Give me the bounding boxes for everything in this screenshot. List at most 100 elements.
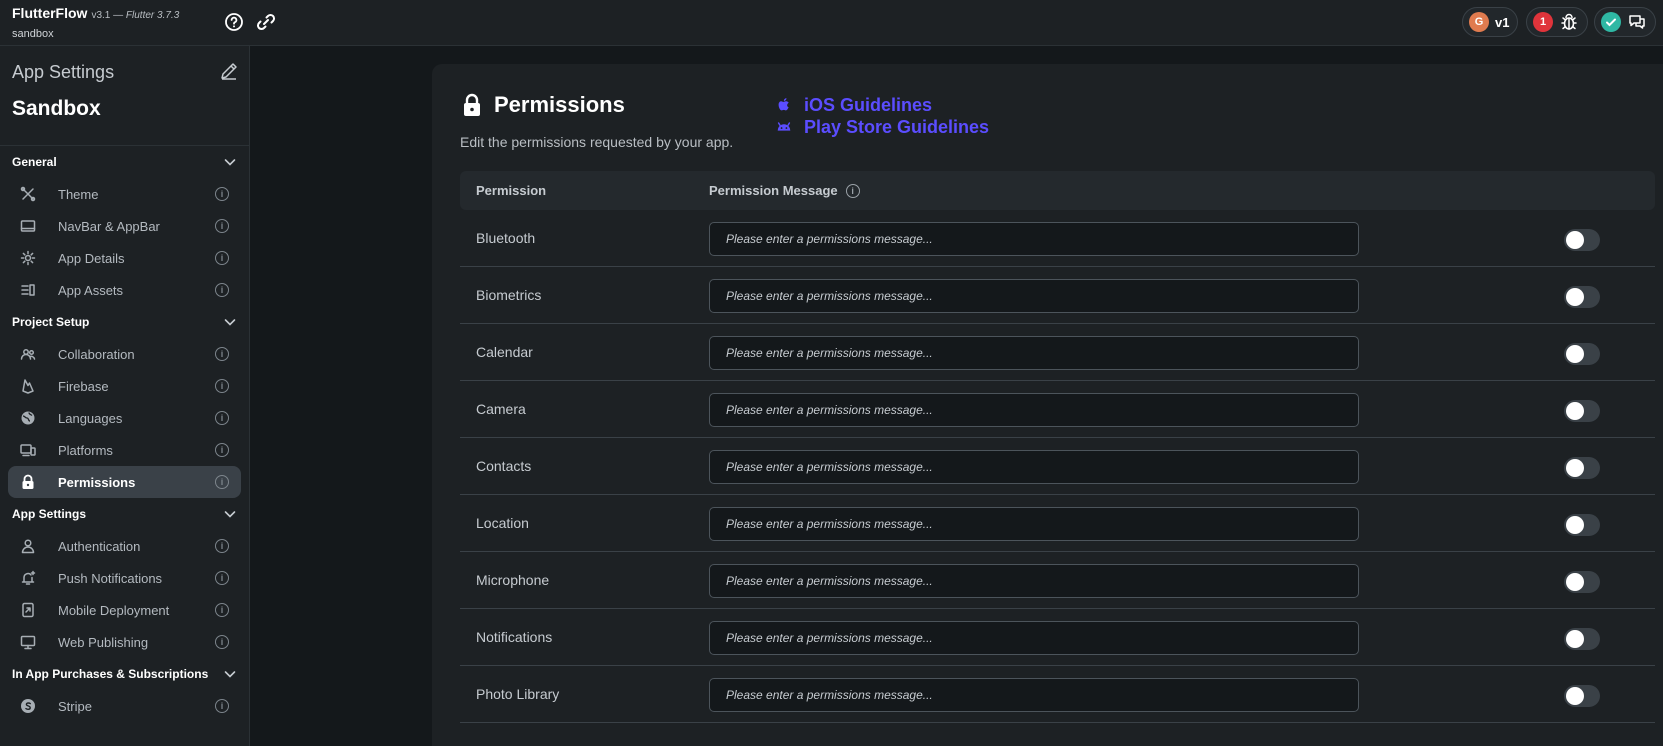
toggle-knob [1566, 402, 1584, 420]
sidebar-item-mobile-deployment[interactable]: Mobile Deployment i [8, 594, 241, 626]
column-message: Permission Message i [709, 183, 860, 198]
apple-icon [778, 98, 789, 111]
sidebar-item-authentication[interactable]: Authentication i [8, 530, 241, 562]
sidebar-item-label: Stripe [58, 698, 92, 714]
git-icon: G [1469, 12, 1489, 32]
info-icon[interactable]: i [215, 603, 229, 617]
status-chat-button[interactable] [1594, 7, 1656, 37]
permission-toggle[interactable] [1564, 400, 1600, 422]
error-count-badge: 1 [1533, 12, 1553, 32]
sidebar-item-label: Collaboration [58, 346, 135, 362]
theme-icon [20, 186, 36, 202]
permission-message-input[interactable] [709, 678, 1359, 712]
sidebar-item-theme[interactable]: Theme i [8, 178, 241, 210]
info-icon[interactable]: i [215, 475, 229, 489]
info-icon[interactable]: i [215, 411, 229, 425]
sidebar-item-push-notifications[interactable]: Push Notifications i [8, 562, 241, 594]
permissions-header: Permissions [462, 92, 625, 118]
permission-message-input[interactable] [709, 222, 1359, 256]
info-icon[interactable]: i [215, 283, 229, 297]
link-icon[interactable] [254, 10, 278, 34]
permission-toggle[interactable] [1564, 343, 1600, 365]
section-label: Project Setup [12, 315, 90, 329]
info-icon[interactable]: i [215, 251, 229, 265]
sidebar-project-name: Sandbox [12, 97, 101, 120]
permission-message-input[interactable] [709, 279, 1359, 313]
debug-button[interactable]: 1 [1526, 7, 1588, 37]
permission-message-input[interactable] [709, 564, 1359, 598]
permission-toggle[interactable] [1564, 229, 1600, 251]
chat-icon [1629, 15, 1645, 29]
sidebar-item-app-assets[interactable]: App Assets i [8, 274, 241, 306]
sidebar-item-permissions[interactable]: Permissions i [8, 466, 241, 498]
permission-message-input[interactable] [709, 507, 1359, 541]
info-icon[interactable]: i [215, 443, 229, 457]
permission-toggle[interactable] [1564, 457, 1600, 479]
toggle-knob [1566, 630, 1584, 648]
permission-toggle[interactable] [1564, 514, 1600, 536]
info-icon[interactable]: i [215, 187, 229, 201]
sidebar-item-languages[interactable]: Languages i [8, 402, 241, 434]
sidebar-item-web-publishing[interactable]: Web Publishing i [8, 626, 241, 658]
permission-name: Contacts [476, 458, 532, 474]
collaboration-icon [20, 346, 36, 362]
chevron-down-icon[interactable] [223, 315, 237, 329]
monitor-icon [20, 634, 36, 650]
help-icon[interactable] [222, 10, 246, 34]
table-row: Calendar [460, 324, 1655, 381]
sidebar-item-label: Web Publishing [58, 634, 149, 650]
permission-message-input[interactable] [709, 393, 1359, 427]
chevron-down-icon[interactable] [223, 155, 237, 169]
table-row: Notifications [460, 609, 1655, 666]
permission-name: Bluetooth [476, 230, 536, 246]
sidebar-sections: General Theme i NavBar & AppBar i App Details… [0, 146, 249, 722]
version-control-button[interactable]: G v1 [1462, 7, 1518, 37]
permission-toggle[interactable] [1564, 685, 1600, 707]
sidebar-item-label: App Assets [58, 282, 124, 298]
info-icon[interactable]: i [215, 219, 229, 233]
edit-icon[interactable] [218, 60, 240, 82]
section-general[interactable]: General [0, 146, 249, 178]
info-icon[interactable]: i [215, 699, 229, 713]
permission-toggle[interactable] [1564, 571, 1600, 593]
permission-message-input[interactable] [709, 336, 1359, 370]
sidebar-item-platforms[interactable]: Platforms i [8, 434, 241, 466]
sidebar-item-stripe[interactable]: Stripe i [8, 690, 241, 722]
sidebar-item-app-details[interactable]: App Details i [8, 242, 241, 274]
table-header: Permission Permission Message i [460, 171, 1655, 210]
stripe-icon [20, 698, 36, 714]
toggle-knob [1566, 687, 1584, 705]
permission-message-input[interactable] [709, 621, 1359, 655]
play-guidelines-label: Play Store Guidelines [804, 116, 990, 137]
sidebar-item-collaboration[interactable]: Collaboration i [8, 338, 241, 370]
section-app-settings[interactable]: App Settings [0, 498, 249, 530]
play-store-guidelines-link[interactable]: Play Store Guidelines [774, 116, 989, 138]
sidebar-item-navbar-appbar[interactable]: NavBar & AppBar i [8, 210, 241, 242]
sidebar-item-firebase[interactable]: Firebase i [8, 370, 241, 402]
app-assets-icon [20, 282, 36, 298]
sidebar-header: App Settings Sandbox [0, 46, 249, 146]
chevron-down-icon[interactable] [223, 507, 237, 521]
info-icon[interactable]: i [215, 379, 229, 393]
section-in-app-purchases-subscriptions[interactable]: In App Purchases & Subscriptions [0, 658, 249, 690]
guidelines-links: iOS Guidelines Play Store Guidelines [774, 94, 989, 138]
info-icon[interactable]: i [215, 571, 229, 585]
sidebar-item-label: Theme [58, 186, 99, 202]
info-icon[interactable]: i [845, 183, 860, 198]
info-icon[interactable]: i [215, 539, 229, 553]
permission-message-input[interactable] [709, 450, 1359, 484]
permission-name: Location [476, 515, 529, 531]
permission-toggle[interactable] [1564, 628, 1600, 650]
info-icon[interactable]: i [215, 635, 229, 649]
ios-guidelines-link[interactable]: iOS Guidelines [774, 94, 989, 116]
info-icon[interactable]: i [215, 347, 229, 361]
table-row: Biometrics [460, 267, 1655, 324]
permission-name: Microphone [476, 572, 550, 588]
chevron-down-icon[interactable] [223, 667, 237, 681]
sidebar-item-label: App Details [58, 250, 125, 266]
permission-toggle[interactable] [1564, 286, 1600, 308]
sidebar-item-label: Mobile Deployment [58, 602, 170, 618]
section-project-setup[interactable]: Project Setup [0, 306, 249, 338]
permission-name: Calendar [476, 344, 533, 360]
permission-name: Camera [476, 401, 526, 417]
